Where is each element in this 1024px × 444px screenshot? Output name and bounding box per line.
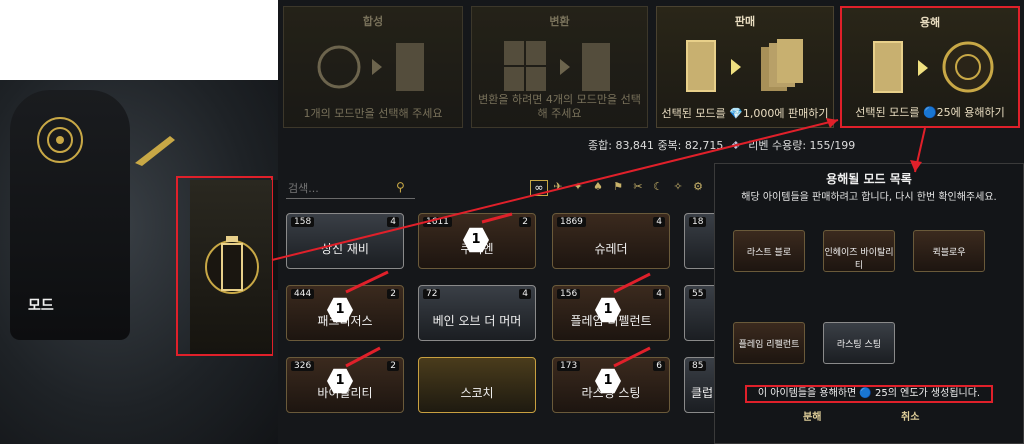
dialog-mod-card: 라스트 블로 xyxy=(733,230,805,272)
filter-warframe-icon[interactable]: ✦ xyxy=(570,180,586,194)
mod-count: 1611 xyxy=(423,217,452,227)
dialog-mod-card: 퀵블로우 xyxy=(913,230,985,272)
mod-icon xyxy=(205,236,259,294)
filter-melee-icon[interactable]: ☾ xyxy=(650,180,666,194)
filter-aura-icon[interactable]: ✈ xyxy=(550,180,566,194)
mod-count: 156 xyxy=(557,289,581,299)
mod-count: 173 xyxy=(557,361,581,371)
search-icon[interactable]: ⚲ xyxy=(396,180,405,194)
cancel-button[interactable]: 취소 xyxy=(901,408,919,423)
stats-bar: 종합: 83,841 중복: 82,715 ❖ 리벤 수용량: 155/199 xyxy=(588,137,855,153)
dialog-mod-name: 퀵블로우 xyxy=(932,248,966,258)
fusion-icon xyxy=(317,43,424,91)
mod-station-main: 합성 1개의 모드만을 선택해 주세요 변환 변환을 하려면 4개의 모드만을 … xyxy=(278,0,1024,444)
filter-secondary-icon[interactable]: ✂ xyxy=(630,180,646,194)
mod-rank: 2 xyxy=(387,361,399,371)
mod-count: 326 xyxy=(291,361,315,371)
mod-count: 444 xyxy=(291,289,315,299)
filter-companion-icon[interactable]: ♠ xyxy=(590,180,606,194)
mod-name: 상신 재비 xyxy=(321,242,369,256)
dialog-mod-name: 라스팅 스팅 xyxy=(836,340,882,350)
mod-rank: 4 xyxy=(653,217,665,227)
mod-card[interactable]: 1869 4 슈레더 xyxy=(552,213,670,269)
sell-desc: 선택된 모드를 💎1,000에 판매하기 xyxy=(661,107,829,120)
transmute-icon xyxy=(504,41,610,91)
dialog-subtitle: 해당 아이템들을 판매하려고 합니다, 다시 한번 확인해주세요. xyxy=(741,192,997,203)
dissolve-card[interactable]: 용해 선택된 모드를 🔵25에 용해하기 xyxy=(840,6,1020,128)
fusion-title: 합성 xyxy=(362,15,384,28)
mod-count: 85 xyxy=(689,361,707,371)
dissolve-confirm-dialog: 용해될 모드 목록 해당 아이템들을 판매하려고 합니다, 다시 한번 확인해주… xyxy=(714,163,1024,444)
weapon-icon[interactable] xyxy=(130,128,180,168)
sell-card[interactable]: 판매 선택된 모드를 💎1,000에 판매하기 xyxy=(656,6,834,128)
mod-count: 55 xyxy=(689,289,707,299)
mod-rank: 2 xyxy=(519,217,531,227)
orbit-icon[interactable] xyxy=(30,110,90,170)
filter-archwing-icon[interactable]: ✧ xyxy=(670,180,686,194)
transmute-card[interactable]: 변환 변환을 하려면 4개의 모드만을 선택해 주세요 xyxy=(471,6,648,128)
riven-icon: ❖ xyxy=(730,139,741,152)
mod-menu-label[interactable]: 모드 xyxy=(28,295,54,315)
duplicate-count: 중복: 82,715 xyxy=(657,139,724,152)
dialog-mod-card: 라스팅 스팅 xyxy=(823,322,895,364)
dialog-title: 용해될 모드 목록 xyxy=(826,172,912,186)
mod-card[interactable]: 스코치 xyxy=(418,357,536,413)
dissolve-desc: 선택된 모드를 🔵25에 용해하기 xyxy=(855,106,1005,119)
mod-rank: 6 xyxy=(653,361,665,371)
dissolve-button[interactable]: 분해 xyxy=(803,408,821,423)
total-count: 종합: 83,841 xyxy=(588,139,654,152)
dialog-mod-name: 플레임 리펠런트 xyxy=(738,340,800,350)
mod-name: 슈레더 xyxy=(594,242,628,256)
mod-card[interactable]: 72 4 베인 오브 더 머머 xyxy=(418,285,536,341)
mod-count: 1869 xyxy=(557,217,586,227)
mod-count: 72 xyxy=(423,289,441,299)
mod-rank: 4 xyxy=(519,289,531,299)
dialog-mod-card: 인헤이즈 바이탈리티 xyxy=(823,230,895,272)
dialog-mod-card: 플레임 리펠런트 xyxy=(733,322,805,364)
filter-misc-icon[interactable]: ⚙ xyxy=(690,180,706,194)
mod-menu-highlight xyxy=(176,176,273,356)
mod-count: 18 xyxy=(689,217,707,227)
mod-name: 베인 오브 더 머머 xyxy=(432,314,522,328)
mod-rank: 2 xyxy=(387,289,399,299)
sell-title: 판매 xyxy=(734,15,756,28)
mod-rank: 4 xyxy=(653,289,665,299)
mod-count: 158 xyxy=(291,217,315,227)
dialog-confirm-text: 이 아이템들을 용해하면 🔵 25의 엔도가 생성됩니다. xyxy=(745,385,993,403)
dialog-mod-name: 인헤이즈 바이탈리티 xyxy=(824,248,894,271)
filter-all-icon[interactable]: ∞ xyxy=(530,180,548,196)
transmute-desc: 변환을 하려면 4개의 모드만을 선택해 주세요 xyxy=(478,93,641,120)
mod-rank: 4 xyxy=(387,217,399,227)
sell-icon xyxy=(686,39,803,92)
dissolve-icon xyxy=(873,41,994,93)
dissolve-title: 용해 xyxy=(919,16,941,29)
dialog-mod-name: 라스트 블로 xyxy=(746,248,792,258)
fusion-card[interactable]: 합성 1개의 모드만을 선택해 주세요 xyxy=(283,6,463,128)
fusion-desc: 1개의 모드만을 선택해 주세요 xyxy=(303,107,443,120)
mod-card[interactable]: 158 4 상신 재비 xyxy=(286,213,404,269)
transmute-title: 변환 xyxy=(549,15,570,28)
mod-name: 스코치 xyxy=(460,386,494,400)
filter-primary-icon[interactable]: ⚑ xyxy=(610,180,626,194)
riven-capacity: 리벤 수용량: 155/199 xyxy=(748,139,856,152)
